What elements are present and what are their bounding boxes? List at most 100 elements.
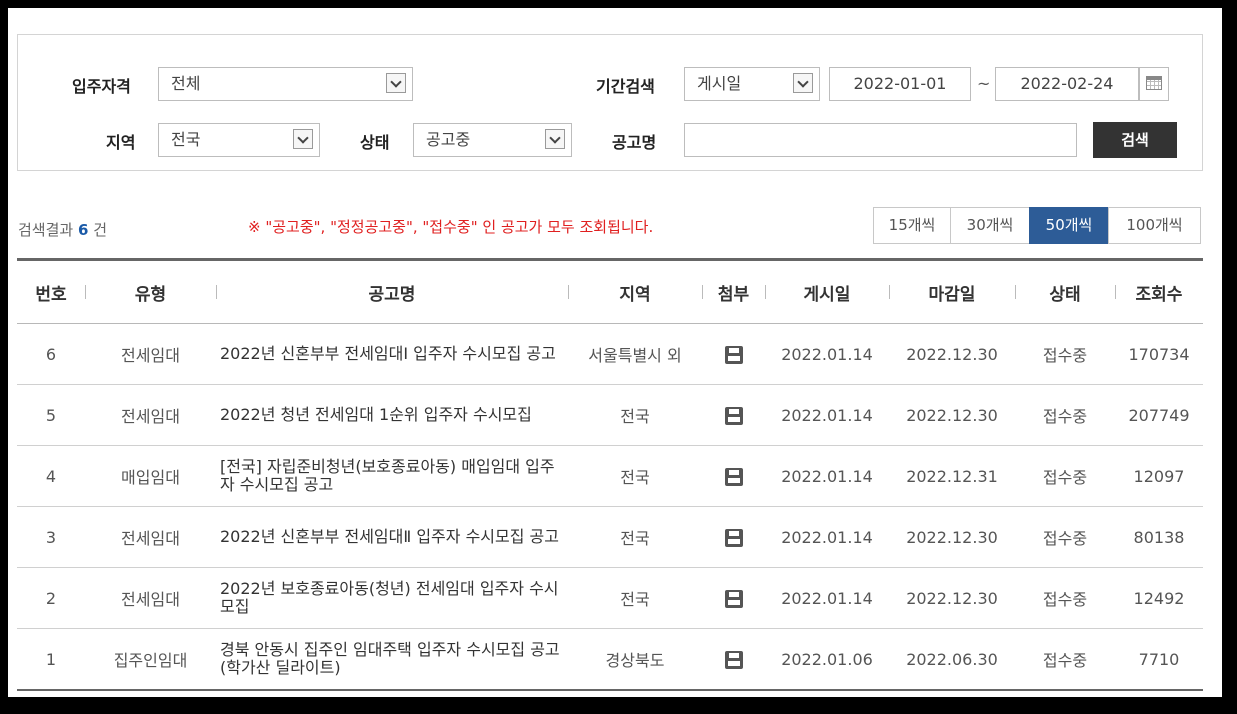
row-posted: 2022.01.14 bbox=[765, 323, 889, 385]
save-disk-icon[interactable] bbox=[724, 528, 743, 547]
title-label: 공고명 bbox=[612, 133, 657, 152]
date-separator: ~ bbox=[977, 74, 991, 93]
chevron-down-icon bbox=[293, 129, 313, 149]
row-number: 6 bbox=[17, 323, 85, 385]
row-type: 집주인임대 bbox=[85, 628, 216, 691]
region-select[interactable]: 전국 bbox=[158, 123, 320, 157]
table-row: 4 매입임대 [전국] 자립준비청년(보호종료아동) 매입임대 입주자 수시모집… bbox=[17, 445, 1203, 507]
per-page-50[interactable]: 50개씩 bbox=[1029, 207, 1109, 244]
row-deadline: 2022.12.30 bbox=[889, 323, 1015, 385]
row-status: 접수중 bbox=[1015, 323, 1115, 385]
date-to-input[interactable]: 2022-02-24 bbox=[995, 67, 1139, 101]
notice-table: 번호 유형 공고명 지역 첨부 게시일 마감일 상태 조회수 6 전세임대 20… bbox=[17, 258, 1203, 691]
region-label: 지역 bbox=[106, 133, 136, 152]
row-title-link[interactable]: 2022년 보호종료아동(청년) 전세임대 입주자 수시모집 bbox=[216, 567, 568, 629]
table-row: 5 전세임대 2022년 청년 전세임대 1순위 입주자 수시모집 전국 202… bbox=[17, 384, 1203, 446]
per-page-30[interactable]: 30개씩 bbox=[950, 207, 1030, 244]
result-count-number: 6 bbox=[77, 221, 89, 239]
chevron-down-icon bbox=[386, 73, 406, 93]
status-select[interactable]: 공고중 bbox=[413, 123, 572, 157]
row-region: 서울특별시 외 bbox=[568, 323, 702, 385]
row-posted: 2022.01.14 bbox=[765, 384, 889, 446]
header-posted: 게시일 bbox=[765, 259, 889, 324]
header-type: 유형 bbox=[85, 259, 216, 324]
header-attachment: 첨부 bbox=[702, 259, 765, 324]
row-type: 매입임대 bbox=[85, 445, 216, 507]
row-status: 접수중 bbox=[1015, 384, 1115, 446]
date-from-input[interactable]: 2022-01-01 bbox=[829, 67, 971, 101]
result-count: 검색결과 6 건 bbox=[18, 219, 107, 240]
region-value: 전국 bbox=[171, 130, 201, 149]
row-type: 전세임대 bbox=[85, 384, 216, 446]
result-count-prefix: 검색결과 bbox=[18, 221, 74, 239]
search-panel: 입주자격 전체 기간검색 게시일 2022-01-01 ~ 2022-02-24… bbox=[17, 34, 1203, 171]
row-attachment bbox=[702, 445, 765, 507]
row-title-link[interactable]: 경북 안동시 집주인 임대주택 입주자 수시모집 공고(학가산 딜라이트) bbox=[216, 628, 568, 691]
row-deadline: 2022.12.31 bbox=[889, 445, 1015, 507]
calendar-icon[interactable] bbox=[1139, 67, 1169, 101]
row-region: 전국 bbox=[568, 445, 702, 507]
save-disk-icon[interactable] bbox=[724, 650, 743, 669]
row-attachment bbox=[702, 506, 765, 568]
row-type: 전세임대 bbox=[85, 567, 216, 629]
chevron-down-icon bbox=[545, 129, 565, 149]
row-deadline: 2022.12.30 bbox=[889, 384, 1015, 446]
row-region: 전국 bbox=[568, 506, 702, 568]
per-page-15[interactable]: 15개씩 bbox=[873, 207, 951, 244]
save-disk-icon[interactable] bbox=[724, 345, 743, 364]
row-title-link[interactable]: 2022년 신혼부부 전세임대Ⅱ 입주자 수시모집 공고 bbox=[216, 506, 568, 568]
row-posted: 2022.01.14 bbox=[765, 445, 889, 507]
row-deadline: 2022.12.30 bbox=[889, 567, 1015, 629]
table-row: 6 전세임대 2022년 신혼부부 전세임대Ⅰ 입주자 수시모집 공고 서울특별… bbox=[17, 323, 1203, 385]
save-disk-icon[interactable] bbox=[724, 589, 743, 608]
header-status: 상태 bbox=[1015, 259, 1115, 324]
row-deadline: 2022.12.30 bbox=[889, 506, 1015, 568]
header-deadline: 마감일 bbox=[889, 259, 1015, 324]
title-search-input[interactable] bbox=[684, 123, 1077, 157]
row-posted: 2022.01.14 bbox=[765, 567, 889, 629]
row-attachment bbox=[702, 567, 765, 629]
per-page-selector: 15개씩 30개씩 50개씩 100개씩 bbox=[873, 207, 1201, 244]
eligibility-label: 입주자격 bbox=[72, 77, 131, 96]
period-type-value: 게시일 bbox=[697, 74, 742, 93]
row-posted: 2022.01.14 bbox=[765, 506, 889, 568]
eligibility-select[interactable]: 전체 bbox=[158, 67, 413, 101]
row-number: 2 bbox=[17, 567, 85, 629]
row-views: 12492 bbox=[1115, 567, 1203, 629]
save-disk-icon[interactable] bbox=[724, 406, 743, 425]
chevron-down-icon bbox=[793, 73, 813, 93]
period-type-select[interactable]: 게시일 bbox=[684, 67, 820, 101]
search-button[interactable]: 검색 bbox=[1093, 122, 1177, 158]
row-number: 3 bbox=[17, 506, 85, 568]
row-number: 4 bbox=[17, 445, 85, 507]
row-title-link[interactable]: 2022년 신혼부부 전세임대Ⅰ 입주자 수시모집 공고 bbox=[216, 323, 568, 385]
row-title-link[interactable]: 2022년 청년 전세임대 1순위 입주자 수시모집 bbox=[216, 384, 568, 446]
eligibility-value: 전체 bbox=[171, 74, 201, 93]
row-status: 접수중 bbox=[1015, 445, 1115, 507]
row-posted: 2022.01.06 bbox=[765, 628, 889, 691]
row-status: 접수중 bbox=[1015, 506, 1115, 568]
search-notice: ※ "공고중", "정정공고중", "접수중" 인 공고가 모두 조회됩니다. bbox=[248, 218, 654, 236]
save-disk-icon[interactable] bbox=[724, 467, 743, 486]
period-label: 기간검색 bbox=[596, 77, 655, 96]
row-attachment bbox=[702, 384, 765, 446]
table-row: 3 전세임대 2022년 신혼부부 전세임대Ⅱ 입주자 수시모집 공고 전국 2… bbox=[17, 506, 1203, 568]
row-views: 7710 bbox=[1115, 628, 1203, 691]
status-label: 상태 bbox=[360, 133, 390, 152]
page-frame: 입주자격 전체 기간검색 게시일 2022-01-01 ~ 2022-02-24… bbox=[5, 5, 1225, 700]
row-deadline: 2022.06.30 bbox=[889, 628, 1015, 691]
row-region: 전국 bbox=[568, 567, 702, 629]
row-title-link[interactable]: [전국] 자립준비청년(보호종료아동) 매입임대 입주자 수시모집 공고 bbox=[216, 445, 568, 507]
row-number: 1 bbox=[17, 628, 85, 691]
row-status: 접수중 bbox=[1015, 567, 1115, 629]
row-views: 80138 bbox=[1115, 506, 1203, 568]
row-views: 170734 bbox=[1115, 323, 1203, 385]
row-type: 전세임대 bbox=[85, 506, 216, 568]
header-title: 공고명 bbox=[216, 259, 568, 324]
row-views: 207749 bbox=[1115, 384, 1203, 446]
per-page-100[interactable]: 100개씩 bbox=[1108, 207, 1201, 244]
table-header-row: 번호 유형 공고명 지역 첨부 게시일 마감일 상태 조회수 bbox=[17, 259, 1203, 324]
table-row: 1 집주인임대 경북 안동시 집주인 임대주택 입주자 수시모집 공고(학가산 … bbox=[17, 628, 1203, 691]
status-value: 공고중 bbox=[426, 130, 471, 149]
table-row: 2 전세임대 2022년 보호종료아동(청년) 전세임대 입주자 수시모집 전국… bbox=[17, 567, 1203, 629]
